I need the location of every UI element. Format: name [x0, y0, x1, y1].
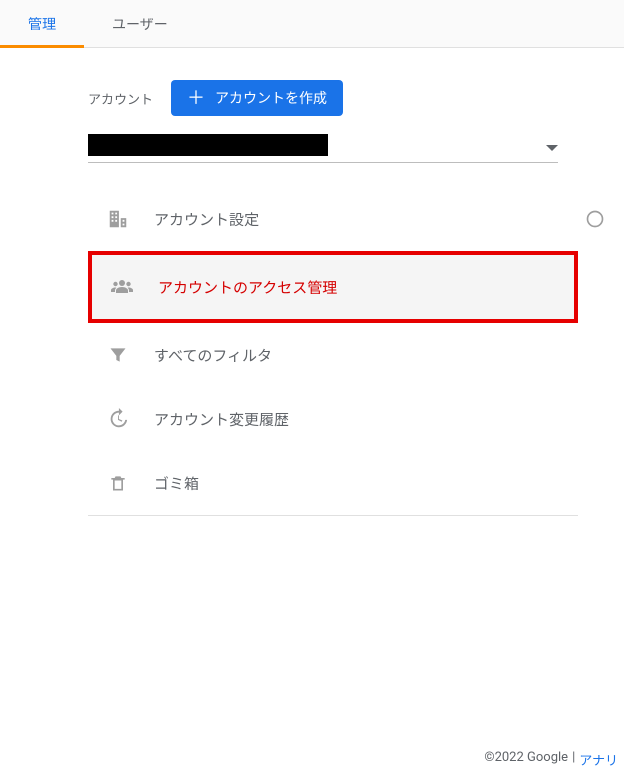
- admin-content: アカウント ＋ アカウントを作成 アカウント設定 アカウントのアクセス管理: [0, 48, 624, 516]
- account-label: アカウント: [88, 89, 153, 108]
- menu-item-history[interactable]: アカウント変更履歴: [88, 387, 578, 451]
- building-icon: [106, 207, 130, 231]
- tab-user-label: ユーザー: [112, 14, 168, 34]
- create-account-button[interactable]: ＋ アカウントを作成: [171, 80, 343, 116]
- menu-item-account-settings[interactable]: アカウント設定: [88, 187, 578, 251]
- footer: ©2022 Google | アナリ: [484, 750, 618, 769]
- menu-label: アカウント変更履歴: [154, 409, 289, 430]
- analytics-link[interactable]: アナリ: [579, 750, 618, 769]
- menu-divider: [88, 515, 578, 516]
- tabs: 管理 ユーザー: [0, 0, 624, 48]
- plus-icon: ＋: [187, 89, 205, 107]
- next-icon: [584, 208, 606, 230]
- account-name-redacted: [88, 134, 328, 156]
- menu-item-filters[interactable]: すべてのフィルタ: [88, 323, 578, 387]
- account-menu: アカウント設定 アカウントのアクセス管理 すべてのフィルタ アカウント変更履歴: [88, 187, 578, 516]
- caret-down-icon: [546, 136, 558, 155]
- tab-admin-label: 管理: [28, 14, 56, 34]
- copyright-text: ©2022 Google: [484, 750, 568, 769]
- account-selector[interactable]: [88, 134, 558, 163]
- footer-separator: |: [572, 750, 575, 769]
- menu-item-access-management[interactable]: アカウントのアクセス管理: [88, 251, 578, 323]
- tab-admin[interactable]: 管理: [0, 0, 84, 47]
- create-account-label: アカウントを作成: [215, 88, 327, 108]
- tab-user[interactable]: ユーザー: [84, 0, 196, 47]
- filter-icon: [106, 343, 130, 367]
- menu-label: すべてのフィルタ: [154, 345, 272, 366]
- menu-item-trash[interactable]: ゴミ箱: [88, 451, 578, 515]
- trash-icon: [106, 471, 130, 495]
- menu-label: アカウント設定: [154, 209, 259, 230]
- menu-label: ゴミ箱: [154, 473, 199, 494]
- history-icon: [106, 407, 130, 431]
- account-header: アカウント ＋ アカウントを作成: [88, 80, 624, 116]
- people-icon: [110, 275, 134, 299]
- menu-label: アカウントのアクセス管理: [158, 277, 337, 298]
